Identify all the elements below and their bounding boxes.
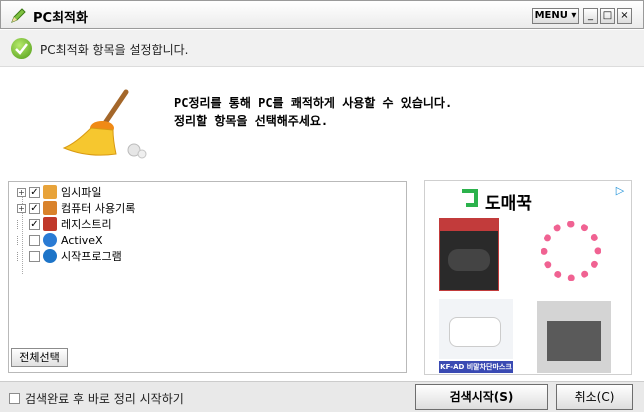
intro-line-2: 정리할 항목을 선택해주세요. [174,114,329,128]
menu-button[interactable]: MENU ▾ [532,8,579,24]
title-bar: PC최적화 MENU ▾ _ □ × [0,0,644,29]
tree-spacer [17,219,26,229]
check-circle-icon [11,38,32,59]
folder-icon [43,185,57,199]
bottom-bar: 검색완료 후 바로 정리 시작하기 검색시작(S) 취소(C) [0,381,644,412]
broom-icon [62,89,147,159]
checkbox-temp-files[interactable]: ✓ [29,186,40,198]
ad-choices-icon[interactable]: ▷ [613,184,627,198]
ad-product-mask-white-shape [449,317,501,347]
tree-item-activex[interactable]: ActiveX [17,232,103,248]
ad-brand: 도매꾹 [485,194,532,214]
intro-text: PC정리를 통해 PC를 쾌적하게 사용할 수 있습니다. 정리할 항목을 선택… [174,94,452,130]
checkbox-registry[interactable]: ✓ [29,218,40,230]
ad-product-furniture[interactable] [537,301,611,373]
pencil-icon [11,8,26,23]
tree-item-usage-history[interactable]: + ✓ 컴퓨터 사용기록 [17,200,135,216]
status-message: PC최적화 항목을 설정합니다. [40,43,189,57]
tree-item-temp-files[interactable]: + ✓ 임시파일 [17,184,101,200]
expand-icon[interactable]: + [17,203,26,213]
maximize-button[interactable]: □ [600,8,615,24]
cancel-button[interactable]: 취소(C) [556,384,633,410]
checkbox-usage-history[interactable]: ✓ [29,202,40,214]
ad-caption: KF-AD 비말차단마스크 [439,361,513,373]
minimize-button[interactable]: _ [583,8,598,24]
close-button[interactable]: × [617,8,632,24]
checkbox-activex[interactable] [29,234,40,246]
brand-logo-icon [462,189,478,207]
expand-icon[interactable]: + [17,187,26,197]
tree-spacer [17,235,26,245]
ad-product-mask-white[interactable] [439,299,513,359]
ad-product-mask-shape [448,249,490,271]
checkbox-startup[interactable] [29,250,40,262]
select-all-button[interactable]: 전체선택 [11,348,68,367]
tree-item-startup[interactable]: 시작프로그램 [17,248,122,264]
history-icon [43,201,57,215]
ad-product-furniture-shape [547,321,601,361]
tree-spacer [17,251,26,261]
power-icon [43,249,57,263]
ad-product-mask-box[interactable] [439,218,499,291]
ad-product-hula-hoop[interactable] [541,221,601,281]
auto-start-checkbox[interactable] [9,393,20,404]
window-title: PC최적화 [33,11,88,26]
registry-icon [43,217,57,231]
ad-product-mask-header [440,219,498,231]
ad-banner[interactable]: 도매꾹 ▷ KF-AD 비말차단마스크 [424,180,632,375]
cleanup-item-tree: + ✓ 임시파일 + ✓ 컴퓨터 사용기록 ✓ 레지스트리 ActiveX 시작… [8,181,407,373]
activex-icon [43,233,57,247]
auto-start-label: 검색완료 후 바로 정리 시작하기 [25,392,184,406]
start-scan-button[interactable]: 검색시작(S) [415,384,548,410]
intro-line-1: PC정리를 통해 PC를 쾌적하게 사용할 수 있습니다. [174,96,453,110]
tree-item-registry[interactable]: ✓ 레지스트리 [17,216,112,232]
status-bar: PC최적화 항목을 설정합니다. [0,30,644,67]
